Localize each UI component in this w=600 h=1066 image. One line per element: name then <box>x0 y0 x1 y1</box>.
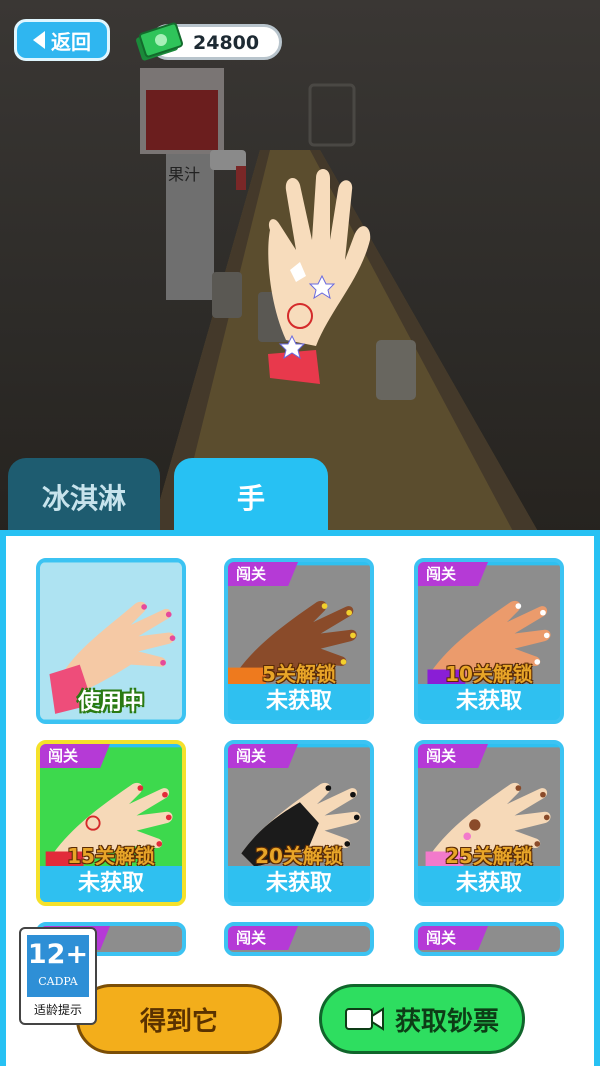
tab-ice-cream-label: 冰淇淋 <box>41 481 126 515</box>
unlock-requirement: 10关解锁 <box>445 662 533 686</box>
status-in-use: 使用中 <box>77 690 144 715</box>
status-not-owned: 未获取 <box>228 684 370 720</box>
unlock-requirement: 15关解锁 <box>67 844 155 868</box>
tab-hand[interactable]: 手 <box>174 458 328 535</box>
video-camera-icon <box>344 1007 384 1031</box>
back-label: 返回 <box>51 29 91 54</box>
skin-card-level-15[interactable]: 闯关 15关解锁 未获取 <box>36 740 186 906</box>
coin-amount: 24800 <box>193 32 260 54</box>
cash-icon <box>136 22 183 61</box>
challenge-badge: 闯关 <box>40 744 110 768</box>
age-rating-number: 12+ <box>27 939 89 970</box>
skin-card-row3-2[interactable]: 闯关 <box>224 922 374 956</box>
unlock-requirement: 20关解锁 <box>255 844 343 868</box>
status-not-owned: 未获取 <box>418 866 560 902</box>
cup <box>376 340 416 400</box>
category-tabs: 冰淇淋 手 <box>0 458 600 535</box>
scene-illustration: 果汁 <box>140 68 540 535</box>
tab-hand-label: 手 <box>236 481 265 515</box>
challenge-badge: 闯关 <box>228 744 298 768</box>
back-arrow-icon <box>33 31 45 49</box>
challenge-badge: 闯关 <box>418 744 488 768</box>
skin-card-level-25[interactable]: 闯关 25关解锁 未获取 <box>414 740 564 906</box>
status-not-owned: 未获取 <box>418 684 560 720</box>
unlock-requirement: 25关解锁 <box>445 844 533 868</box>
get-cash-label: 获取钞票 <box>394 1006 499 1037</box>
unlock-requirement: 5关解锁 <box>262 662 336 686</box>
challenge-badge: 闯关 <box>418 562 488 586</box>
skin-card-default[interactable]: 使用中 <box>36 558 186 724</box>
game-scene: 果汁 返回 24800 <box>0 0 600 535</box>
skin-card-level-20[interactable]: 闯关 20关解锁 未获取 <box>224 740 374 906</box>
get-it-label: 得到它 <box>139 1006 218 1037</box>
skin-card-row3-3[interactable]: 闯关 <box>414 922 564 956</box>
age-rating-org: CADPA <box>38 975 78 988</box>
skin-card-level-10[interactable]: 闯关 10关解锁 未获取 <box>414 558 564 724</box>
challenge-badge: 闯关 <box>228 562 298 586</box>
skin-card-level-5[interactable]: 闯关 5关解锁 未获取 <box>224 558 374 724</box>
back-button[interactable]: 返回 <box>14 19 110 61</box>
challenge-badge: 闯关 <box>228 926 298 950</box>
status-not-owned: 未获取 <box>40 866 182 902</box>
age-rating-tip: 适龄提示 <box>33 1003 82 1017</box>
age-rating-badge: 12+ CADPA 适龄提示 <box>19 927 97 1025</box>
get-cash-button[interactable]: 获取钞票 <box>319 984 525 1054</box>
machine-label: 果汁 <box>168 165 200 184</box>
challenge-badge: 闯关 <box>418 926 488 950</box>
status-not-owned: 未获取 <box>228 866 370 902</box>
get-it-button[interactable]: 得到它 <box>76 984 282 1054</box>
tab-ice-cream[interactable]: 冰淇淋 <box>8 458 160 535</box>
